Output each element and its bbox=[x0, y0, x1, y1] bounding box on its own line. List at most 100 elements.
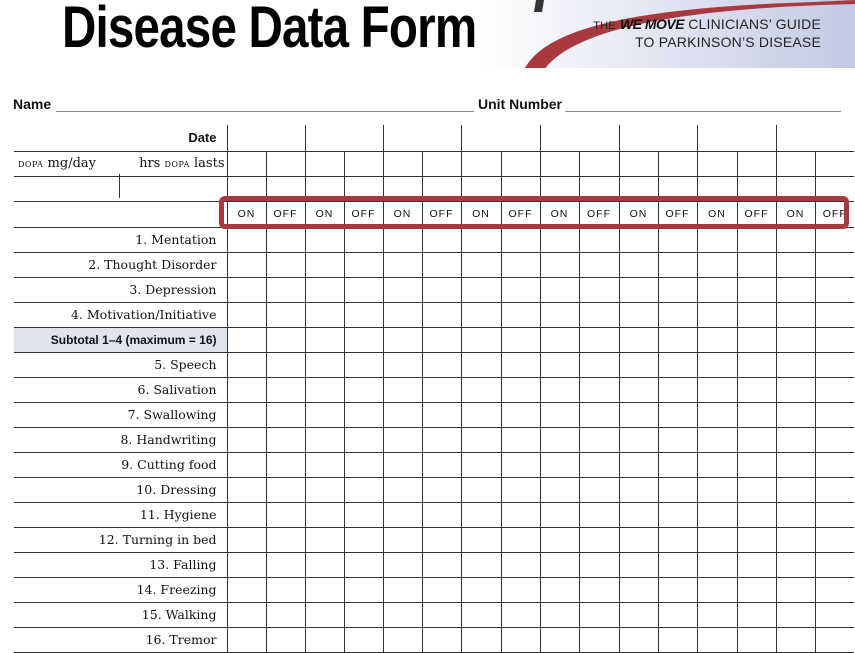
score-cell[interactable] bbox=[696, 502, 737, 528]
score-cell[interactable] bbox=[304, 527, 344, 553]
score-cell[interactable] bbox=[539, 452, 579, 478]
score-cell[interactable] bbox=[736, 176, 776, 202]
date-cell[interactable] bbox=[658, 125, 697, 152]
date-cell[interactable] bbox=[422, 125, 461, 152]
score-cell[interactable] bbox=[304, 452, 344, 478]
score-cell[interactable] bbox=[775, 627, 815, 653]
score-cell[interactable] bbox=[382, 252, 422, 278]
score-cell[interactable] bbox=[382, 602, 422, 628]
score-cell[interactable] bbox=[304, 352, 344, 378]
score-cell[interactable] bbox=[460, 327, 501, 353]
score-cell[interactable] bbox=[421, 452, 461, 478]
score-cell[interactable] bbox=[343, 577, 383, 603]
score-cell[interactable] bbox=[578, 502, 619, 528]
score-cell[interactable] bbox=[265, 527, 305, 553]
date-cell[interactable] bbox=[266, 125, 305, 152]
score-cell[interactable] bbox=[814, 427, 854, 453]
score-cell[interactable] bbox=[696, 602, 737, 628]
date-cell[interactable] bbox=[539, 125, 579, 152]
date-cell[interactable] bbox=[382, 125, 422, 152]
score-cell[interactable] bbox=[382, 302, 422, 328]
state-cell[interactable]: OFF bbox=[814, 201, 854, 228]
score-cell[interactable] bbox=[539, 602, 579, 628]
score-cell[interactable] bbox=[814, 602, 854, 628]
score-cell[interactable] bbox=[226, 327, 266, 353]
score-cell[interactable] bbox=[304, 552, 344, 578]
score-cell[interactable] bbox=[500, 427, 540, 453]
score-cell[interactable] bbox=[500, 552, 540, 578]
score-cell[interactable] bbox=[265, 552, 305, 578]
score-cell[interactable] bbox=[657, 477, 697, 503]
score-cell[interactable] bbox=[304, 227, 344, 253]
score-cell[interactable] bbox=[304, 627, 344, 653]
score-cell[interactable] bbox=[382, 151, 422, 177]
score-cell[interactable] bbox=[500, 227, 540, 253]
score-cell[interactable] bbox=[500, 477, 540, 503]
score-cell[interactable] bbox=[814, 402, 854, 428]
score-cell[interactable] bbox=[343, 227, 383, 253]
date-cell[interactable] bbox=[618, 125, 658, 152]
score-cell[interactable] bbox=[814, 277, 854, 303]
score-cell[interactable] bbox=[500, 377, 540, 403]
score-cell[interactable] bbox=[539, 627, 579, 653]
score-cell[interactable] bbox=[736, 452, 776, 478]
score-cell[interactable] bbox=[539, 352, 579, 378]
state-cell[interactable]: ON bbox=[618, 201, 658, 228]
score-cell[interactable] bbox=[539, 227, 579, 253]
score-cell[interactable] bbox=[696, 552, 737, 578]
score-cell[interactable] bbox=[421, 352, 461, 378]
score-cell[interactable] bbox=[696, 627, 737, 653]
score-cell[interactable] bbox=[736, 327, 776, 353]
score-cell[interactable] bbox=[265, 176, 305, 202]
score-cell[interactable] bbox=[382, 352, 422, 378]
score-cell[interactable] bbox=[382, 452, 422, 478]
date-cell[interactable] bbox=[460, 125, 501, 152]
score-cell[interactable] bbox=[696, 427, 737, 453]
score-cell[interactable] bbox=[814, 176, 854, 202]
score-cell[interactable] bbox=[265, 377, 305, 403]
score-cell[interactable] bbox=[539, 577, 579, 603]
score-cell[interactable] bbox=[578, 477, 619, 503]
score-cell[interactable] bbox=[460, 452, 501, 478]
score-cell[interactable] bbox=[618, 402, 658, 428]
score-cell[interactable] bbox=[775, 302, 815, 328]
score-cell[interactable] bbox=[265, 227, 305, 253]
score-cell[interactable] bbox=[226, 277, 266, 303]
date-cell[interactable] bbox=[696, 125, 737, 152]
score-cell[interactable] bbox=[657, 151, 697, 177]
score-cell[interactable] bbox=[775, 377, 815, 403]
score-cell[interactable] bbox=[775, 602, 815, 628]
score-cell[interactable] bbox=[343, 552, 383, 578]
score-cell[interactable] bbox=[226, 527, 266, 553]
score-cell[interactable] bbox=[460, 502, 501, 528]
score-cell[interactable] bbox=[618, 552, 658, 578]
score-cell[interactable] bbox=[226, 176, 266, 202]
score-cell[interactable] bbox=[618, 377, 658, 403]
score-cell[interactable] bbox=[382, 477, 422, 503]
score-cell[interactable] bbox=[382, 627, 422, 653]
score-cell[interactable] bbox=[460, 602, 501, 628]
score-cell[interactable] bbox=[382, 377, 422, 403]
score-cell[interactable] bbox=[578, 277, 619, 303]
score-cell[interactable] bbox=[578, 577, 619, 603]
score-cell[interactable] bbox=[460, 527, 501, 553]
score-cell[interactable] bbox=[500, 527, 540, 553]
score-cell[interactable] bbox=[460, 352, 501, 378]
score-cell[interactable] bbox=[421, 477, 461, 503]
score-cell[interactable] bbox=[421, 151, 461, 177]
score-cell[interactable] bbox=[578, 252, 619, 278]
score-cell[interactable] bbox=[539, 377, 579, 403]
score-cell[interactable] bbox=[500, 302, 540, 328]
date-cell[interactable] bbox=[226, 125, 266, 152]
score-cell[interactable] bbox=[421, 502, 461, 528]
score-cell[interactable] bbox=[775, 552, 815, 578]
score-cell[interactable] bbox=[460, 252, 501, 278]
score-cell[interactable] bbox=[578, 627, 619, 653]
score-cell[interactable] bbox=[226, 302, 266, 328]
score-cell[interactable] bbox=[696, 402, 737, 428]
score-cell[interactable] bbox=[265, 151, 305, 177]
state-cell[interactable]: ON bbox=[775, 201, 815, 228]
score-cell[interactable] bbox=[696, 577, 737, 603]
score-cell[interactable] bbox=[775, 252, 815, 278]
score-cell[interactable] bbox=[500, 327, 540, 353]
